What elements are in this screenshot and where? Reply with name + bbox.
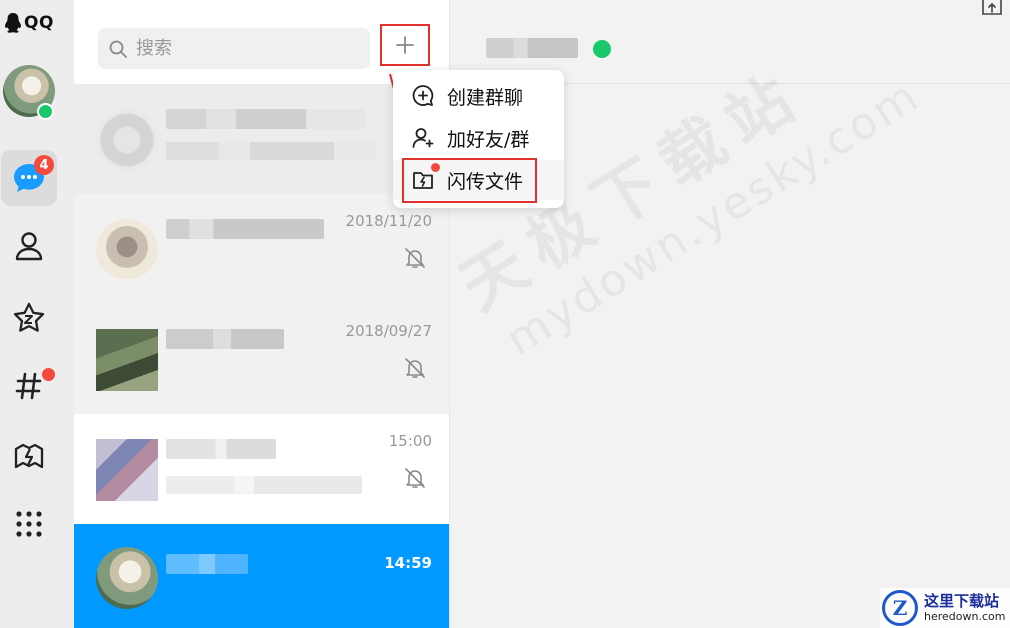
grid-icon bbox=[16, 511, 42, 537]
plus-icon bbox=[396, 36, 414, 54]
add-friend-icon bbox=[410, 125, 436, 151]
nav-rail: QQ 4 bbox=[0, 0, 74, 628]
conversation-avatar bbox=[96, 547, 158, 609]
app-logo-text: QQ bbox=[24, 13, 54, 33]
site-logo-mark: Z bbox=[882, 590, 918, 626]
conversation-time: 2018/11/20 bbox=[345, 212, 432, 230]
conversation-avatar bbox=[96, 439, 158, 501]
nav-channels[interactable] bbox=[1, 358, 57, 414]
menu-item-label: 加好友/群 bbox=[447, 128, 530, 151]
chat-online-dot bbox=[593, 40, 611, 58]
conversation-avatar bbox=[96, 329, 158, 391]
site-logo-url: heredown.com bbox=[924, 610, 1006, 623]
mute-bell-icon bbox=[405, 468, 425, 488]
chat-add-icon bbox=[410, 83, 436, 109]
menu-item-add-friend[interactable]: 加好友/群 bbox=[393, 118, 564, 158]
conversation-name-redacted bbox=[166, 219, 324, 239]
conversation-name-redacted bbox=[166, 329, 284, 349]
conversation-avatar bbox=[96, 219, 158, 281]
conversation-item-selected[interactable]: 14:59 bbox=[74, 524, 449, 628]
conversation-item[interactable]: 2018/09/27 bbox=[74, 304, 449, 414]
conversation-item[interactable]: 2018/11/20 bbox=[74, 194, 449, 304]
user-avatar[interactable] bbox=[3, 65, 55, 120]
chat-title-redacted bbox=[486, 38, 578, 58]
conversation-preview-redacted bbox=[166, 476, 362, 494]
site-logo: Z 这里下载站 heredown.com bbox=[880, 588, 1010, 628]
conversation-name-redacted bbox=[166, 109, 366, 129]
conversation-time: 2018/09/27 bbox=[345, 322, 432, 340]
hashtag-icon bbox=[15, 372, 42, 400]
site-logo-title: 这里下载站 bbox=[924, 592, 1000, 610]
search-input[interactable] bbox=[134, 37, 358, 60]
highlight-box bbox=[402, 158, 537, 203]
nav-favorites[interactable] bbox=[1, 290, 57, 346]
game-icon bbox=[14, 443, 44, 469]
star-icon bbox=[13, 302, 45, 332]
nav-games[interactable] bbox=[1, 428, 57, 484]
search-icon bbox=[109, 40, 127, 58]
conversation-item[interactable]: 15:00 bbox=[74, 414, 449, 524]
conversation-name-redacted bbox=[166, 439, 276, 459]
contacts-icon bbox=[15, 232, 43, 261]
online-status-dot bbox=[37, 103, 54, 120]
conversation-time: 14:59 bbox=[384, 554, 432, 572]
nav-contacts[interactable] bbox=[1, 218, 57, 274]
conversation-avatar bbox=[96, 109, 158, 171]
channels-dot bbox=[42, 368, 55, 381]
app-logo: QQ bbox=[4, 12, 54, 34]
message-count-badge: 4 bbox=[34, 155, 54, 175]
search-box[interactable] bbox=[98, 28, 370, 69]
menu-item-create-group[interactable]: 创建群聊 bbox=[393, 76, 564, 116]
penguin-icon bbox=[5, 13, 21, 33]
menu-item-label: 创建群聊 bbox=[447, 86, 524, 109]
conversation-preview-redacted bbox=[166, 142, 376, 160]
conversation-time: 15:00 bbox=[388, 432, 432, 450]
conversation-name-redacted bbox=[166, 554, 248, 574]
mute-bell-icon bbox=[405, 358, 425, 378]
mute-bell-icon bbox=[405, 248, 425, 268]
add-dropdown-menu: 创建群聊 加好友/群 闪传文件 bbox=[393, 70, 564, 208]
nav-more-apps[interactable] bbox=[1, 496, 57, 552]
add-button[interactable] bbox=[380, 24, 430, 66]
nav-messages[interactable]: 4 bbox=[1, 150, 57, 206]
share-window-icon[interactable] bbox=[981, 0, 1003, 18]
